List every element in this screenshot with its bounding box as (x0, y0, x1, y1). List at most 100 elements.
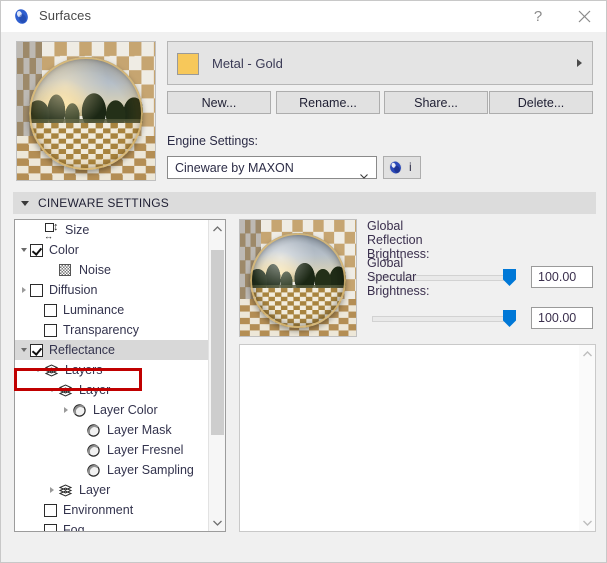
chevron-right-icon[interactable] (60, 400, 72, 420)
global-reflection-brightness-handle[interactable] (503, 269, 516, 286)
sphere-icon (86, 463, 101, 478)
global-specular-brightness-handle[interactable] (503, 310, 516, 327)
cineware-settings-header[interactable]: CINEWARE SETTINGS (13, 192, 596, 214)
tree-twisty-empty (74, 440, 86, 460)
tree-item-environment[interactable]: Environment (15, 500, 208, 520)
tree-item-label: Diffusion (49, 283, 98, 297)
material-name: Metal - Gold (212, 56, 283, 71)
tree-item-label: Size (65, 223, 90, 237)
tree-twisty-empty (74, 420, 86, 440)
layers-icon (58, 383, 73, 398)
tree-item-label: Layer (79, 383, 111, 397)
scroll-down-icon[interactable] (579, 514, 595, 531)
tree-item-label: Fog (63, 523, 85, 532)
layers-icon (58, 483, 73, 498)
tree-item-label: Layers (65, 363, 103, 377)
tree-item-color[interactable]: Color (15, 240, 208, 260)
tree-twisty-empty (32, 300, 44, 320)
new-button[interactable]: New... (167, 91, 271, 114)
chevron-down-icon[interactable] (32, 360, 44, 380)
engine-settings-label: Engine Settings: (167, 134, 259, 148)
dialog-body: Metal - Gold New... Rename... Share... D… (1, 32, 606, 562)
tree-item-size[interactable]: ↔ Size (15, 220, 208, 241)
chevron-down-icon[interactable] (18, 240, 30, 260)
tree-item-label: Noise (79, 263, 111, 277)
tree-item-layer-color[interactable]: Layer Color (15, 400, 208, 420)
info-letter: i (409, 160, 412, 174)
tree-item-label: Layer Color (93, 403, 158, 417)
material-selector[interactable]: Metal - Gold (167, 41, 593, 85)
global-specular-brightness-value[interactable]: 100.00 (531, 307, 593, 329)
engine-select-value: Cineware by MAXON (175, 161, 294, 175)
tree-twisty-empty (32, 220, 44, 240)
noise-icon (58, 263, 73, 278)
engine-select[interactable]: Cineware by MAXON (167, 156, 377, 179)
material-preview-small (239, 219, 357, 337)
global-specular-brightness-track[interactable] (372, 316, 510, 322)
material-color-swatch (177, 53, 199, 75)
cineware-logo-icon (388, 160, 403, 175)
tree-scrollbar[interactable] (208, 220, 225, 531)
tree-twisty-empty (32, 320, 44, 340)
delete-button-label: Delete... (517, 95, 565, 110)
rename-button-label: Rename... (299, 95, 357, 110)
global-specular-brightness-label: Global Specular Brightness: (367, 256, 430, 298)
tree-item-label: Reflectance (49, 343, 116, 357)
tree-item-layers[interactable]: Layers (15, 360, 208, 380)
checkbox-environment[interactable] (44, 503, 57, 517)
window-title: Surfaces (39, 8, 92, 23)
engine-info-button[interactable]: i (383, 156, 421, 179)
chevron-down-icon (360, 166, 368, 179)
material-preview-large (16, 41, 156, 181)
tree-item-layer-mask[interactable]: Layer Mask (15, 420, 208, 440)
checkbox-reflectance[interactable] (30, 343, 43, 357)
tree-item-diffusion[interactable]: Diffusion (15, 280, 208, 300)
parameters-scrollbar[interactable] (579, 345, 595, 531)
surfaces-dialog: Surfaces ? Metal - Gold New... Rename...… (0, 0, 607, 563)
chevron-right-icon[interactable] (18, 280, 30, 300)
collapse-triangle-icon (21, 201, 29, 206)
tree-item-label: Layer Fresnel (107, 443, 184, 457)
size-icon: ↔ (44, 220, 59, 241)
scroll-down-icon[interactable] (209, 514, 225, 531)
chevron-right-icon[interactable] (46, 480, 58, 500)
scroll-up-icon[interactable] (209, 220, 225, 237)
delete-button[interactable]: Delete... (489, 91, 593, 114)
tree-twisty-empty (32, 520, 44, 531)
tree-item-layer-sampling[interactable]: Layer Sampling (15, 460, 208, 480)
parameters-pane (239, 344, 596, 532)
tree-item-noise[interactable]: Noise (15, 260, 208, 280)
share-button-label: Share... (414, 95, 458, 110)
tree-item-label: Layer Sampling (107, 463, 194, 477)
global-reflection-brightness-value[interactable]: 100.00 (531, 266, 593, 288)
layers-icon (44, 363, 59, 378)
rename-button[interactable]: Rename... (276, 91, 380, 114)
tree-item-layer[interactable]: Layer (15, 380, 208, 400)
checkbox-diffusion[interactable] (30, 283, 43, 297)
settings-tree[interactable]: ↔ Size Color Noise Diffusion Luminance Transpa… (14, 219, 226, 532)
close-button[interactable] (561, 1, 606, 32)
scroll-up-icon[interactable] (579, 345, 595, 362)
tree-item-label: Layer Mask (107, 423, 172, 437)
tree-twisty-empty (46, 260, 58, 280)
checkbox-transparency[interactable] (44, 323, 57, 337)
checkbox-fog[interactable] (44, 523, 57, 531)
tree-item-luminance[interactable]: Luminance (15, 300, 208, 320)
chevron-down-icon[interactable] (46, 380, 58, 400)
checkbox-luminance[interactable] (44, 303, 57, 317)
tree-twisty-empty (74, 460, 86, 480)
tree-item-layer-fresnel[interactable]: Layer Fresnel (15, 440, 208, 460)
title-bar: Surfaces ? (1, 1, 606, 32)
tree-item-layer[interactable]: Layer (15, 480, 208, 500)
tree-scrollbar-thumb[interactable] (211, 250, 224, 435)
tree-item-transparency[interactable]: Transparency (15, 320, 208, 340)
sphere-icon (72, 403, 87, 418)
tree-item-reflectance[interactable]: Reflectance (15, 340, 208, 360)
tree-item-fog[interactable]: Fog (15, 520, 208, 532)
tree-item-label: Layer (79, 483, 111, 497)
checkbox-color[interactable] (30, 243, 43, 257)
chevron-down-icon[interactable] (18, 340, 30, 360)
help-button[interactable]: ? (515, 1, 561, 32)
share-button[interactable]: Share... (384, 91, 488, 114)
tree-item-label: Environment (63, 503, 134, 517)
